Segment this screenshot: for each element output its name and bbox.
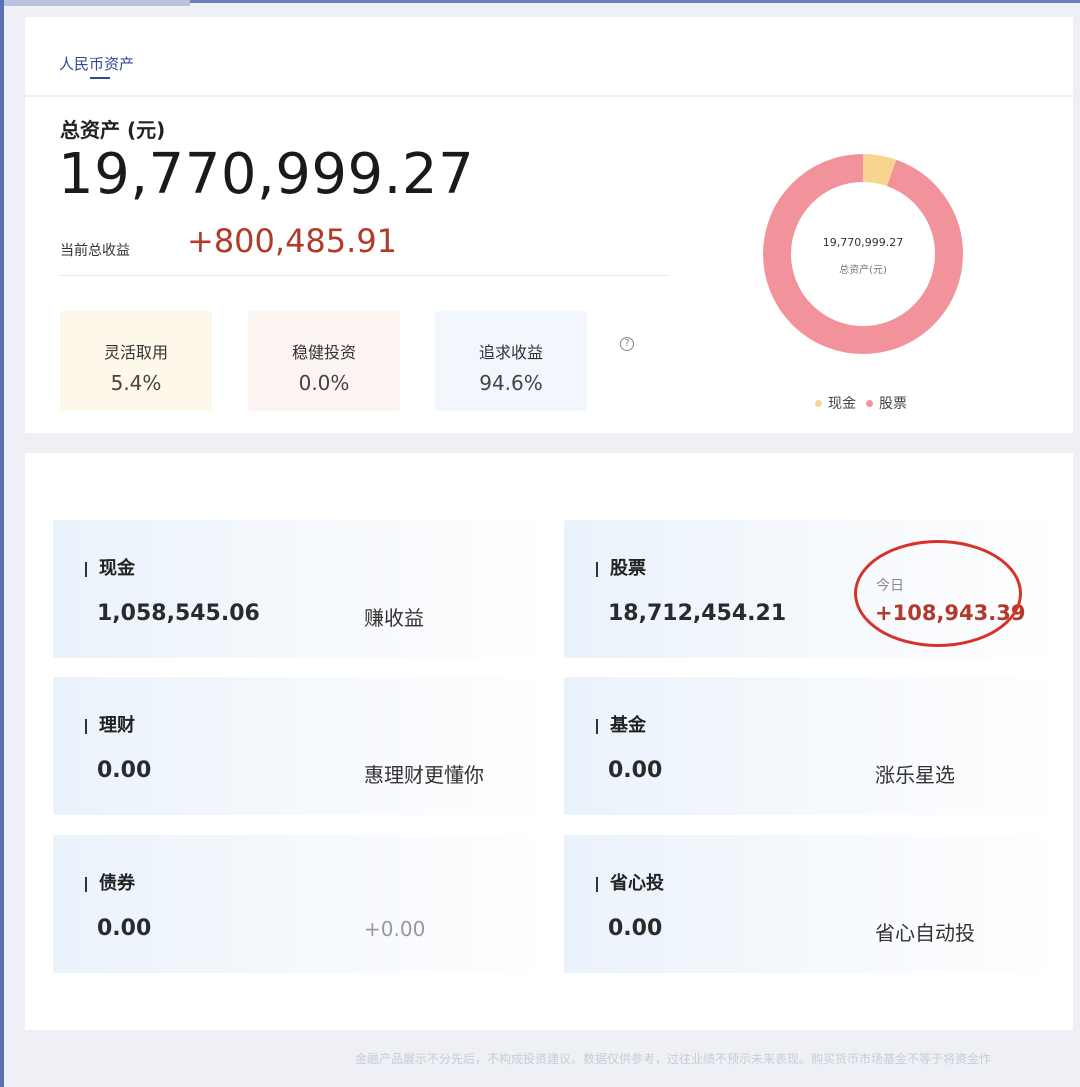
current-profit-value: +800,485.91 bbox=[187, 222, 398, 260]
donut-center-value: 19,770,999.27 bbox=[822, 236, 904, 249]
category-percent: 94.6% bbox=[479, 371, 543, 395]
category-name: 追求收益 bbox=[478, 343, 543, 362]
legend-item-cash: 现金 bbox=[815, 393, 856, 413]
current-profit-label: 当前总收益 bbox=[60, 243, 130, 259]
holding-value: 18,712,454.21 bbox=[608, 601, 787, 626]
allocation-donut-chart bbox=[763, 154, 963, 354]
category-stable[interactable]: 稳健投资 0.0% bbox=[248, 311, 400, 411]
holding-tile-stock[interactable]: 股票 18,712,454.21 今日 +108,943.39 bbox=[564, 520, 1046, 658]
tile-marker bbox=[596, 562, 598, 577]
legend-label-stock: 股票 bbox=[879, 396, 907, 412]
holding-title: 债券 bbox=[99, 873, 135, 894]
legend-label-cash: 现金 bbox=[828, 396, 856, 412]
holding-note: +0.00 bbox=[364, 917, 426, 941]
holding-tile-fund[interactable]: 基金 0.00 涨乐星选 bbox=[564, 677, 1046, 815]
donut-slice-1 bbox=[763, 154, 963, 354]
window-tab-edge bbox=[0, 0, 190, 6]
donut-center-label: 总资产(元) bbox=[839, 265, 887, 276]
holding-note[interactable]: 涨乐星选 bbox=[875, 759, 955, 788]
category-name: 灵活取用 bbox=[103, 343, 168, 362]
holding-tile-cash[interactable]: 现金 1,058,545.06 赚收益 bbox=[53, 520, 535, 658]
holding-note[interactable]: 惠理财更懂你 bbox=[364, 759, 484, 788]
holding-title: 现金 bbox=[99, 558, 135, 579]
legend-item-stock: 股票 bbox=[866, 393, 907, 413]
tab-rmb-assets[interactable]: 人民币资产 bbox=[59, 53, 134, 74]
holding-note[interactable]: 省心自动投 bbox=[875, 917, 975, 946]
holding-title: 理财 bbox=[99, 715, 135, 736]
asset-summary-card: 总资产 (元) 19,770,999.27 当前总收益 +800,485.91 … bbox=[25, 97, 1073, 433]
tile-marker bbox=[85, 562, 87, 577]
tile-marker bbox=[596, 877, 598, 892]
tile-marker bbox=[85, 877, 87, 892]
help-icon[interactable]: ? bbox=[620, 337, 634, 351]
tile-marker bbox=[85, 719, 87, 734]
holding-note[interactable]: 赚收益 bbox=[364, 602, 424, 631]
category-percent: 5.4% bbox=[110, 371, 162, 395]
holding-title: 省心投 bbox=[610, 873, 664, 894]
tile-marker bbox=[596, 719, 598, 734]
chart-legend: 现金 股票 bbox=[815, 393, 907, 413]
holding-title: 股票 bbox=[610, 558, 646, 579]
summary-divider bbox=[60, 275, 668, 276]
legend-dot-cash bbox=[815, 399, 822, 407]
holding-value: 1,058,545.06 bbox=[97, 601, 260, 626]
holding-value: 0.00 bbox=[608, 916, 663, 941]
holding-title: 基金 bbox=[610, 715, 646, 736]
legend-dot-stock bbox=[866, 399, 873, 407]
highlight-circle-annotation bbox=[854, 540, 1022, 647]
category-percent: 0.0% bbox=[298, 371, 350, 395]
category-growth[interactable]: 追求收益 94.6% bbox=[435, 311, 587, 411]
total-assets-label: 总资产 (元) bbox=[60, 118, 166, 142]
holding-tile-wealth-management[interactable]: 理财 0.00 惠理财更懂你 bbox=[53, 677, 535, 815]
holding-value: 0.00 bbox=[97, 916, 152, 941]
holding-value: 0.00 bbox=[608, 758, 663, 783]
active-tab-indicator bbox=[90, 77, 110, 79]
holding-tile-auto-invest[interactable]: 省心投 0.00 省心自动投 bbox=[564, 835, 1046, 973]
total-assets-value: 19,770,999.27 bbox=[58, 142, 475, 207]
window-left-edge bbox=[0, 0, 4, 1087]
holding-value: 0.00 bbox=[97, 758, 152, 783]
asset-tab-bar: 人民币资产 bbox=[25, 17, 1073, 95]
disclaimer-text: 金融产品展示不分先后，不构成投资建议。数据仅供参考，过往业绩不预示未来表现。购买… bbox=[355, 1052, 992, 1066]
category-name: 稳健投资 bbox=[291, 343, 356, 362]
holdings-card: 现金 1,058,545.06 赚收益 股票 18,712,454.21 今日 … bbox=[25, 453, 1073, 1030]
category-flexible[interactable]: 灵活取用 5.4% bbox=[60, 311, 212, 411]
holding-tile-bond[interactable]: 债券 0.00 +0.00 bbox=[53, 835, 535, 973]
